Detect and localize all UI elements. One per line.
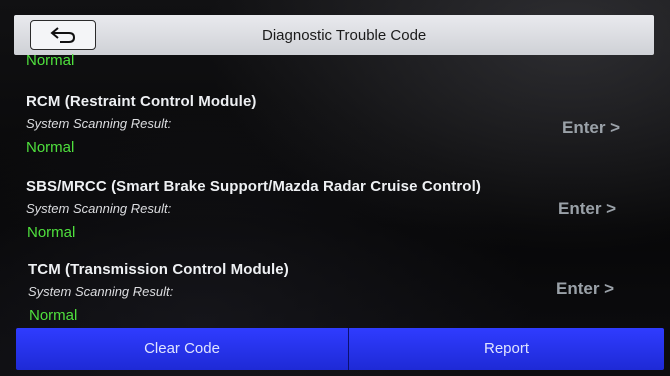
header-bar: Diagnostic Trouble Code [14, 15, 654, 55]
scan-result-label: System Scanning Result: [26, 201, 172, 216]
enter-button[interactable]: Enter > [562, 118, 620, 138]
device-screen: Diagnostic Trouble Code Normal RCM (Rest… [0, 0, 670, 376]
back-button[interactable] [30, 20, 96, 50]
module-name: RCM (Restraint Control Module) [26, 93, 257, 110]
scan-result-label: System Scanning Result: [26, 116, 172, 131]
module-name: TCM (Transmission Control Module) [28, 261, 289, 278]
action-bar: Clear Code Report [16, 328, 664, 370]
enter-button[interactable]: Enter > [558, 199, 616, 219]
page-title: Diagnostic Trouble Code [262, 27, 427, 44]
back-arrow-icon [50, 27, 76, 43]
enter-button[interactable]: Enter > [556, 279, 614, 299]
clear-code-button[interactable]: Clear Code [16, 328, 348, 370]
scan-result-label: System Scanning Result: [28, 284, 174, 299]
report-button[interactable]: Report [349, 328, 664, 370]
module-status: Normal [26, 139, 75, 156]
module-status: Normal [29, 307, 78, 324]
module-name: SBS/MRCC (Smart Brake Support/Mazda Rada… [26, 178, 481, 195]
module-status: Normal [27, 224, 76, 241]
partial-row-status: Normal [26, 52, 75, 69]
